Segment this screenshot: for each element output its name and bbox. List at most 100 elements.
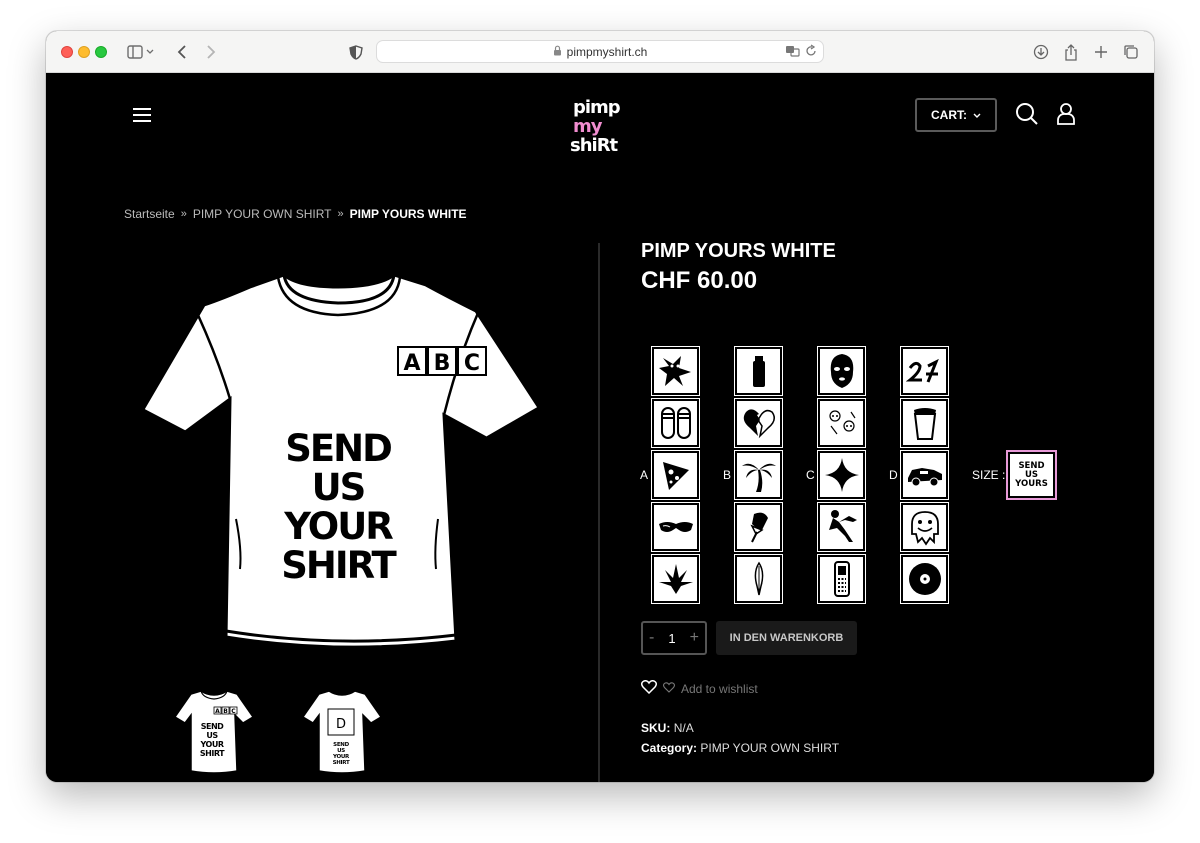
close-window-button[interactable]	[61, 46, 73, 58]
url-text: pimpmyshirt.ch	[566, 44, 648, 59]
quantity-stepper[interactable]: - 1 +	[641, 621, 707, 655]
feather-icon	[754, 561, 763, 596]
search-icon[interactable]	[1015, 102, 1039, 126]
sticker-b-feather[interactable]	[734, 554, 783, 604]
cannabis-leaf-icon	[658, 564, 693, 594]
sticker-a-star-figure[interactable]	[651, 346, 700, 396]
product-price: CHF 60.00	[641, 267, 758, 294]
sticker-d-script-21[interactable]	[900, 346, 949, 396]
share-icon[interactable]	[1062, 42, 1080, 62]
size-option-send-us-yours[interactable]: SEND US YOURS	[1006, 450, 1057, 500]
breadcrumb: Startseite » PIMP YOUR OWN SHIRT » PIMP …	[124, 207, 467, 221]
sticker-d-smiley-drip[interactable]	[900, 502, 949, 552]
site-logo[interactable]: pimp my shiRt	[570, 98, 630, 160]
broken-heart-icon	[743, 409, 775, 439]
sticker-d-vinyl-record[interactable]	[900, 554, 949, 604]
category-row: Category: PIMP YOUR OWN SHIRT	[641, 741, 839, 755]
sku-value: N/A	[673, 721, 694, 735]
sticker-a-pizza-slice[interactable]	[651, 450, 700, 500]
sticker-b-ice-cream[interactable]	[734, 502, 783, 552]
breadcrumb-current: PIMP YOURS WHITE	[349, 207, 467, 221]
sidebar-toggle-icon[interactable]	[124, 42, 158, 62]
logo-line-shirt: shiRt	[570, 135, 618, 156]
sticker-b-broken-heart[interactable]	[734, 398, 783, 448]
sticker-c-mobile-phone[interactable]	[817, 554, 866, 604]
address-bar[interactable]: pimpmyshirt.ch	[376, 40, 824, 63]
cart-button[interactable]: CART:	[915, 98, 997, 132]
browser-window: pimpmyshirt.ch pimp my shiRt CART: Start…	[46, 31, 1154, 782]
web-page: pimp my shiRt CART: Startseite » PIMP YO…	[46, 73, 1154, 782]
shirt-text-line: SEND	[285, 427, 391, 470]
user-account-icon[interactable]	[1055, 102, 1079, 126]
thumbnail-back[interactable]: D SEND US YOUR SHIRT	[299, 689, 385, 775]
race-car-icon	[907, 468, 942, 487]
balaclava-icon	[830, 354, 853, 388]
category-label: Category:	[641, 741, 698, 755]
flip-flops-icon	[660, 407, 691, 439]
smiley-drip-icon	[910, 511, 939, 546]
quantity-value[interactable]: 1	[668, 631, 675, 646]
shirt-letter-b: B	[434, 351, 451, 376]
quantity-decrease-button[interactable]: -	[649, 629, 654, 647]
zoom-window-button[interactable]	[95, 46, 107, 58]
thumbnail-front[interactable]: A B C SEND US YOUR SHIRT	[171, 689, 257, 775]
chevron-double-right-icon: »	[180, 208, 187, 220]
logo-line-pimp: pimp	[573, 97, 621, 118]
sticker-a-flip-flops[interactable]	[651, 398, 700, 448]
sticker-c-reclining-woman[interactable]	[817, 502, 866, 552]
sticker-b-lighter[interactable]	[734, 346, 783, 396]
sticker-c-sparkle-star[interactable]	[817, 450, 866, 500]
shirt-text-line: YOUR	[283, 505, 393, 548]
script-21-icon	[905, 358, 939, 383]
menu-icon[interactable]	[133, 107, 151, 123]
size-option-line: YOURS	[1015, 478, 1048, 489]
sticker-d-race-car[interactable]	[900, 450, 949, 500]
product-title: PIMP YOURS WHITE	[641, 240, 836, 262]
sticker-c-balaclava[interactable]	[817, 346, 866, 396]
category-link[interactable]: PIMP YOUR OWN SHIRT	[700, 741, 839, 755]
minimize-window-button[interactable]	[78, 46, 90, 58]
sticker-a-sunglasses[interactable]	[651, 502, 700, 552]
browser-toolbar: pimpmyshirt.ch	[46, 31, 1154, 73]
thumb-letter-d: D	[336, 717, 346, 732]
back-icon[interactable]	[174, 42, 190, 62]
shirt-text-line: US	[312, 466, 365, 509]
column-divider	[598, 243, 600, 782]
palm-tree-icon	[741, 463, 776, 492]
star-figure-icon	[658, 356, 691, 386]
thumb-text-line: SEND	[201, 722, 224, 731]
wishlist-label: Add to wishlist	[681, 681, 758, 696]
sticker-d-double-cup[interactable]	[900, 398, 949, 448]
sticker-c-skull-pair[interactable]	[817, 398, 866, 448]
breadcrumb-home[interactable]: Startseite	[124, 207, 175, 221]
add-to-wishlist-link[interactable]: Add to wishlist	[640, 680, 758, 697]
translate-icon[interactable]	[785, 44, 801, 61]
logo-line-my: my	[573, 116, 603, 137]
downloads-icon[interactable]	[1032, 42, 1050, 62]
sticker-a-cannabis-leaf[interactable]	[651, 554, 700, 604]
forward-icon[interactable]	[203, 42, 219, 62]
new-tab-icon[interactable]	[1092, 42, 1110, 62]
abc-label-group: A B C	[397, 346, 487, 376]
size-label: SIZE :	[972, 468, 1006, 482]
sparkle-star-icon	[824, 458, 859, 492]
sticker-b-palm-tree[interactable]	[734, 450, 783, 500]
heart-icon	[640, 680, 658, 697]
breadcrumb-category[interactable]: PIMP YOUR OWN SHIRT	[193, 207, 332, 221]
privacy-shield-icon[interactable]	[348, 42, 364, 62]
product-image[interactable]: A B C SEND US YOUR SHIRT	[138, 269, 544, 653]
cart-label: CART:	[931, 108, 967, 122]
thumb-letter-a: A	[215, 708, 220, 715]
add-to-cart-button[interactable]: IN DEN WARENKORB	[716, 621, 857, 655]
sku-row: SKU: N/A	[641, 721, 694, 735]
tab-overview-icon[interactable]	[1122, 42, 1140, 62]
reload-icon[interactable]	[805, 44, 817, 61]
column-label-a: A	[640, 468, 649, 482]
column-label-c: C	[806, 468, 815, 482]
quantity-increase-button[interactable]: +	[690, 629, 699, 647]
thumb-letter-c: C	[231, 708, 236, 715]
reclining-woman-icon	[828, 510, 857, 542]
lock-icon	[553, 45, 562, 59]
skull-pair-icon	[828, 410, 855, 435]
ice-cream-icon	[749, 512, 768, 543]
